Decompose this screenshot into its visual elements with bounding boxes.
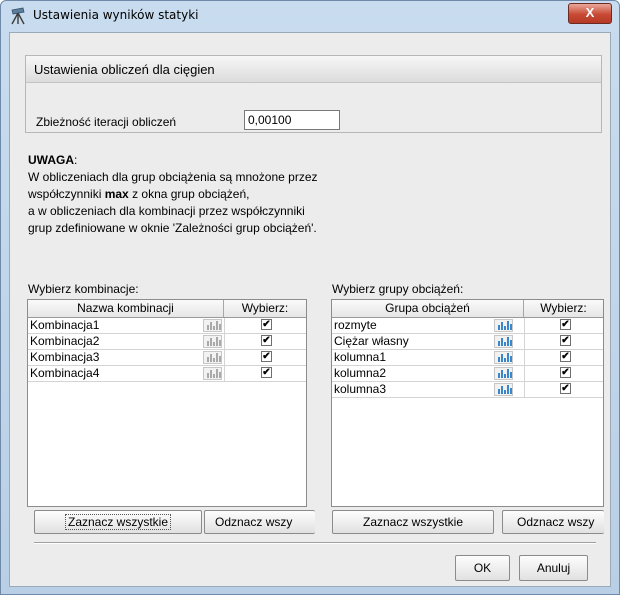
table-row[interactable]: Kombinacja2 ✔ (28, 334, 306, 350)
row-name: Kombinacja4 (30, 366, 100, 380)
table-row[interactable]: kolumna2 ✔ (332, 366, 603, 382)
tripod-icon (11, 7, 25, 25)
select-checkbox[interactable]: ✔ (261, 351, 272, 362)
deselect-all-label: Odznacz wszy (517, 515, 595, 529)
footer-separator (34, 542, 596, 544)
column-divider (224, 366, 225, 381)
convergence-label: Zbieżność iteracji obliczeń (36, 115, 177, 129)
table-row[interactable]: rozmyte ✔ (332, 318, 603, 334)
table-row[interactable]: Kombinacja4 ✔ (28, 366, 306, 382)
select-checkbox[interactable]: ✔ (261, 367, 272, 378)
row-name: kolumna3 (334, 382, 387, 396)
select-checkbox[interactable]: ✔ (560, 319, 571, 330)
note-line-2a: współczynniki (28, 187, 105, 201)
chart-bars-icon[interactable] (494, 351, 513, 364)
close-button[interactable]: X (568, 3, 612, 24)
table-row[interactable]: Kombinacja3 ✔ (28, 350, 306, 366)
select-checkbox[interactable]: ✔ (560, 335, 571, 346)
chart-bars-icon[interactable] (203, 319, 222, 332)
row-name: Ciężar własny (334, 334, 409, 348)
select-all-combinations-button[interactable]: Zaznacz wszystkie (34, 510, 202, 534)
note-line-1: W obliczeniach dla grup obciążenia są mn… (28, 170, 318, 184)
row-name: kolumna2 (334, 366, 387, 380)
note-text: UWAGA: W obliczeniach dla grup obciążeni… (28, 153, 318, 235)
convergence-input[interactable] (244, 110, 340, 130)
deselect-all-label: Odznacz wszy (215, 515, 293, 529)
chart-bars-icon[interactable] (494, 383, 513, 396)
col-header-select[interactable]: Wybierz: (524, 300, 603, 317)
row-name: Kombinacja1 (30, 318, 100, 332)
column-divider (524, 382, 525, 397)
deselect-all-combinations-button[interactable]: Odznacz wszy (204, 510, 315, 534)
col-header-name[interactable]: Grupa obciążeń (332, 300, 524, 317)
column-divider (224, 334, 225, 349)
col-header-select[interactable]: Wybierz: (224, 300, 306, 317)
col-header-name[interactable]: Nazwa kombinacji (28, 300, 224, 317)
table-row[interactable]: kolumna3 ✔ (332, 382, 603, 398)
close-icon: X (585, 5, 595, 20)
chart-bars-icon[interactable] (203, 367, 222, 380)
select-checkbox[interactable]: ✔ (261, 319, 272, 330)
select-all-label: Zaznacz wszystkie (64, 514, 172, 530)
combinations-table: Nazwa kombinacji Wybierz: Kombinacja1 ✔ Ko… (27, 299, 307, 507)
table-header: Nazwa kombinacji Wybierz: (28, 300, 306, 318)
select-checkbox[interactable]: ✔ (261, 335, 272, 346)
cancel-button[interactable]: Anuluj (519, 555, 588, 581)
select-checkbox[interactable]: ✔ (560, 351, 571, 362)
row-name: rozmyte (334, 318, 377, 332)
load-groups-table: Grupa obciążeń Wybierz: rozmyte ✔ Ciężar w… (331, 299, 604, 507)
select-all-groups-button[interactable]: Zaznacz wszystkie (332, 510, 494, 534)
chart-bars-icon[interactable] (494, 335, 513, 348)
select-checkbox[interactable]: ✔ (560, 383, 571, 394)
dialog-window: Ustawienia wyników statyki X Ustawienia … (0, 0, 620, 595)
window-title: Ustawienia wyników statyki (33, 8, 199, 22)
note-line-3: a w obliczeniach dla kombinacji przez ws… (28, 204, 305, 218)
column-divider (524, 318, 525, 333)
row-name: kolumna1 (334, 350, 387, 364)
section-header: Ustawienia obliczeń dla cięgien (26, 56, 601, 83)
column-divider (524, 350, 525, 365)
table-row[interactable]: Kombinacja1 ✔ (28, 318, 306, 334)
note-line-2-bold: max (104, 187, 129, 201)
column-divider (224, 318, 225, 333)
column-divider (224, 350, 225, 365)
dialog-content: Ustawienia obliczeń dla cięgien Zbieżnoś… (9, 32, 611, 587)
column-divider (524, 334, 525, 349)
title-bar[interactable]: Ustawienia wyników statyki X (1, 1, 619, 31)
section-title: Ustawienia obliczeń dla cięgien (34, 62, 215, 77)
combinations-label: Wybierz kombinacje: (28, 282, 139, 296)
note-title: UWAGA (28, 153, 74, 167)
chart-bars-icon[interactable] (494, 319, 513, 332)
table-header: Grupa obciążeń Wybierz: (332, 300, 603, 318)
chart-bars-icon[interactable] (203, 335, 222, 348)
row-name: Kombinacja3 (30, 350, 100, 364)
select-checkbox[interactable]: ✔ (560, 367, 571, 378)
chart-bars-icon[interactable] (494, 367, 513, 380)
column-divider (524, 366, 525, 381)
table-row[interactable]: kolumna1 ✔ (332, 350, 603, 366)
note-line-2b: z okna grup obciążeń, (128, 187, 250, 201)
select-all-label: Zaznacz wszystkie (362, 515, 464, 529)
ok-button[interactable]: OK (455, 555, 510, 581)
note-line-4: grup zdefiniowane w oknie 'Zależności gr… (28, 221, 317, 235)
row-name: Kombinacja2 (30, 334, 100, 348)
load-groups-label: Wybierz grupy obciążeń: (332, 282, 464, 296)
chart-bars-icon[interactable] (203, 351, 222, 364)
deselect-all-groups-button[interactable]: Odznacz wszy (502, 510, 604, 534)
table-row[interactable]: Ciężar własny ✔ (332, 334, 603, 350)
